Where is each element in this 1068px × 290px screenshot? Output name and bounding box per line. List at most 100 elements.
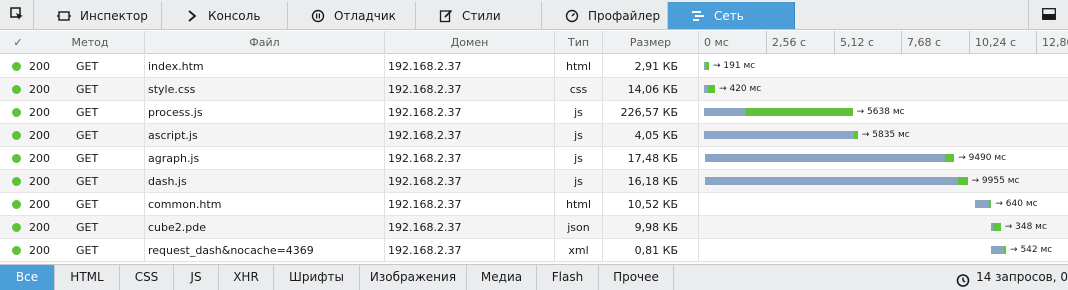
tab-style-editor[interactable]: Стили xyxy=(416,2,542,29)
inspector-icon xyxy=(56,8,72,24)
filter-toolbar: Все HTML CSS JS XHR Шрифты Изображения М… xyxy=(0,264,1068,290)
request-method: GET xyxy=(74,239,145,262)
request-method: GET xyxy=(74,170,145,193)
network-icon xyxy=(690,8,706,24)
status-indicator-dot xyxy=(12,223,21,232)
request-row[interactable]: 200 GET request_dash&nocache=4369 192.16… xyxy=(0,239,1068,262)
waterfall-receive-segment xyxy=(993,223,1001,231)
status-code: 200 xyxy=(29,152,50,165)
waterfall-bar xyxy=(704,131,858,139)
filter-images-button[interactable]: Изображения xyxy=(360,265,467,290)
size-column-header[interactable]: Размер xyxy=(603,31,699,54)
tab-profiler[interactable]: Профайлер xyxy=(542,2,668,29)
request-size: 226,57 КБ xyxy=(603,101,699,124)
request-row[interactable]: 200 GET common.htm 192.168.2.37 html 10,… xyxy=(0,193,1068,216)
waterfall-cell: → 9490 мс xyxy=(699,147,1068,170)
type-column-header[interactable]: Тип xyxy=(555,31,603,54)
filter-fonts-button[interactable]: Шрифты xyxy=(274,265,360,290)
request-size: 17,48 КБ xyxy=(603,147,699,170)
domain-column-header[interactable]: Домен xyxy=(385,31,555,54)
waterfall-cell: → 640 мс xyxy=(699,193,1068,216)
request-method: GET xyxy=(74,55,145,78)
waterfall-cell: → 5835 мс xyxy=(699,124,1068,147)
status-indicator-dot xyxy=(12,108,21,117)
waterfall-duration-label: → 420 мс xyxy=(719,84,762,94)
tab-inspector[interactable]: Инспектор xyxy=(34,2,162,29)
request-type: js xyxy=(555,147,603,170)
request-type: json xyxy=(555,216,603,239)
waterfall-cell: → 348 мс xyxy=(699,216,1068,239)
filter-js-button[interactable]: JS xyxy=(174,265,219,290)
waterfall-receive-segment xyxy=(989,200,992,208)
status-code: 200 xyxy=(29,221,50,234)
devtools-toolbar: Инспектор Консоль Отладчик Стили Профайл… xyxy=(0,0,1068,30)
filter-media-button[interactable]: Медиа xyxy=(467,265,537,290)
debugger-icon xyxy=(310,8,326,24)
tab-label: Отладчик xyxy=(334,8,396,23)
request-size: 0,81 КБ xyxy=(603,239,699,262)
request-row[interactable]: 200 GET agraph.js 192.168.2.37 js 17,48 … xyxy=(0,147,1068,170)
tab-console[interactable]: Консоль xyxy=(162,2,288,29)
split-console-icon xyxy=(1041,7,1056,23)
waterfall-receive-segment xyxy=(1004,246,1007,254)
requests-summary[interactable]: 14 запросов, 0 xyxy=(956,265,1068,290)
stopwatch-icon xyxy=(956,271,970,287)
filter-html-button[interactable]: HTML xyxy=(55,265,120,290)
waterfall-cell: → 420 мс xyxy=(699,78,1068,101)
waterfall-cell: → 5638 мс xyxy=(699,101,1068,124)
request-method: GET xyxy=(74,193,145,216)
tab-label: Профайлер xyxy=(588,8,661,23)
method-column-header[interactable]: Метод xyxy=(36,31,145,54)
request-type: js xyxy=(555,170,603,193)
filter-flash-button[interactable]: Flash xyxy=(537,265,599,290)
request-row[interactable]: 200 GET style.css 192.168.2.37 css 14,06… xyxy=(0,78,1068,101)
status-indicator-dot xyxy=(12,62,21,71)
waterfall-duration-label: → 542 мс xyxy=(1010,245,1053,255)
request-row[interactable]: 200 GET process.js 192.168.2.37 js 226,5… xyxy=(0,101,1068,124)
timeline-header[interactable]: 0 мс 2,56 с 5,12 с 7,68 с 10,24 с 12,80 xyxy=(699,31,1068,54)
request-type: html xyxy=(555,193,603,216)
waterfall-wait-segment xyxy=(705,154,945,162)
waterfall-bar xyxy=(974,200,992,208)
filter-all-button[interactable]: Все xyxy=(0,265,55,290)
waterfall-bar xyxy=(704,62,710,70)
status-column-header[interactable]: ✓ xyxy=(0,31,36,54)
request-domain: 192.168.2.37 xyxy=(385,55,555,78)
request-method: GET xyxy=(74,147,145,170)
request-row[interactable]: 200 GET index.htm 192.168.2.37 html 2,91… xyxy=(0,55,1068,78)
request-domain: 192.168.2.37 xyxy=(385,78,555,101)
timeline-tick: 12,80 xyxy=(1036,31,1068,54)
tab-network[interactable]: Сеть xyxy=(668,2,795,29)
waterfall-bar xyxy=(991,246,1007,254)
status-code: 200 xyxy=(29,106,50,119)
filter-other-button[interactable]: Прочее xyxy=(599,265,674,290)
requests-list: 200 GET index.htm 192.168.2.37 html 2,91… xyxy=(0,55,1068,262)
waterfall-receive-segment xyxy=(707,85,716,93)
tab-label: Консоль xyxy=(208,8,261,23)
request-domain: 192.168.2.37 xyxy=(385,101,555,124)
filter-css-button[interactable]: CSS xyxy=(120,265,174,290)
filter-xhr-button[interactable]: XHR xyxy=(219,265,274,290)
element-picker-button[interactable] xyxy=(0,0,34,30)
waterfall-duration-label: → 348 мс xyxy=(1004,222,1047,232)
status-indicator-dot xyxy=(12,154,21,163)
request-row[interactable]: 200 GET cube2.pde 192.168.2.37 json 9,98… xyxy=(0,216,1068,239)
waterfall-cell: → 542 мс xyxy=(699,239,1068,262)
request-size: 10,52 КБ xyxy=(603,193,699,216)
status-indicator-dot xyxy=(12,246,21,255)
split-console-button[interactable] xyxy=(1028,0,1068,30)
tab-debugger[interactable]: Отладчик xyxy=(288,2,416,29)
request-size: 2,91 КБ xyxy=(603,55,699,78)
request-row[interactable]: 200 GET ascript.js 192.168.2.37 js 4,05 … xyxy=(0,124,1068,147)
timeline-tick: 2,56 с xyxy=(766,31,806,54)
waterfall-bar xyxy=(704,85,716,93)
request-size: 9,98 КБ xyxy=(603,216,699,239)
request-row[interactable]: 200 GET dash.js 192.168.2.37 js 16,18 КБ… xyxy=(0,170,1068,193)
status-indicator-dot xyxy=(12,200,21,209)
waterfall-receive-segment xyxy=(854,131,858,139)
waterfall-wait-segment xyxy=(991,246,1005,254)
file-column-header[interactable]: Файл xyxy=(145,31,385,54)
waterfall-cell: → 191 мс xyxy=(699,55,1068,78)
timeline-tick: 0 мс xyxy=(704,36,729,49)
waterfall-bar xyxy=(705,154,955,162)
